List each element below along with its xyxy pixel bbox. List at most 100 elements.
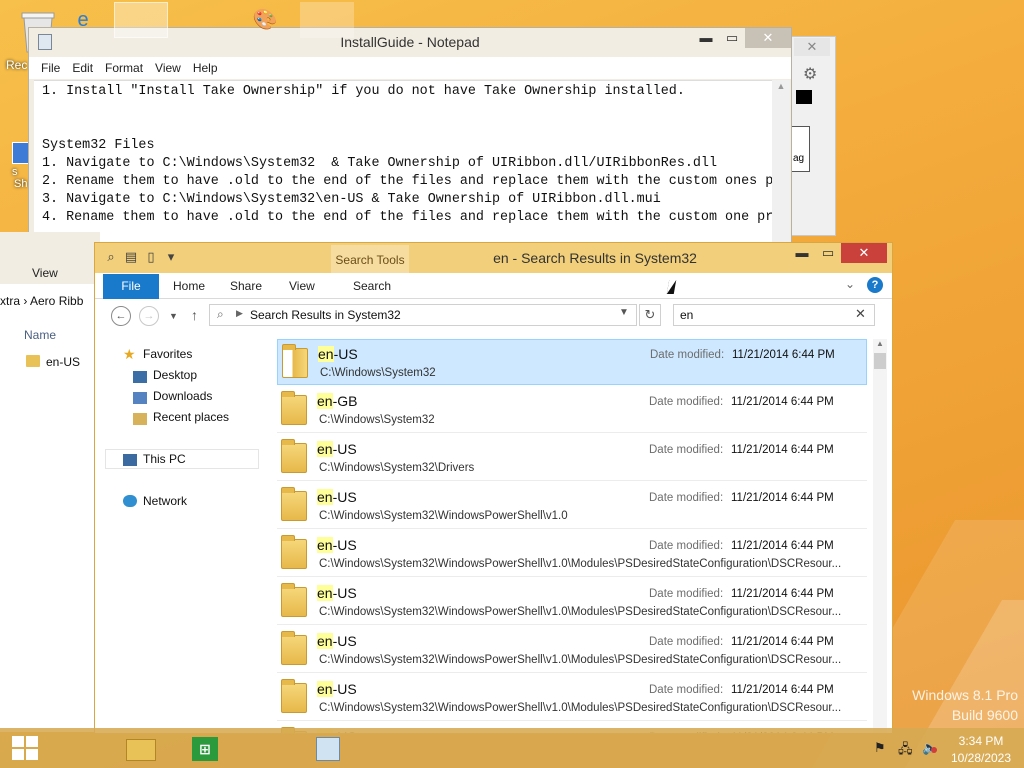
store-icon[interactable]: ⊞ [192,737,218,761]
properties-icon[interactable]: ▤ [123,249,139,265]
nav-desktop[interactable]: Desktop [153,368,197,382]
menu-format[interactable]: Format [99,57,149,75]
clock-date[interactable]: 10/28/2023 [946,751,1016,765]
nav-this-pc[interactable]: This PC [143,452,186,466]
chevron-right-icon[interactable]: ▶ [236,308,243,319]
result-name: en-US [317,585,357,601]
result-path: C:\Windows\System32\WindowsPowerShell\v1… [319,654,842,666]
result-name-rest: -GB [332,393,358,409]
tab-share[interactable]: Share [230,279,262,293]
tab-view[interactable]: View [289,279,315,293]
result-path: C:\Windows\System32\WindowsPowerShell\v1… [319,702,842,714]
minimize-button[interactable]: ▬ [693,28,719,48]
results-scrollbar[interactable] [873,339,887,733]
result-row[interactable]: en-US C:\Windows\System32\WindowsPowerShe… [277,483,867,529]
result-date: 11/21/2014 6:44 PM [731,684,834,696]
notepad-window[interactable]: InstallGuide - Notepad ▬ ▭ ✕ File Edit For… [28,27,792,248]
result-row[interactable]: en-US C:\Windows\System32\WindowsPowerShe… [277,531,867,577]
address-bar[interactable]: Search Results in System32 [209,304,637,326]
taskbar-notepad-button[interactable] [300,2,354,38]
close-button[interactable]: ✕ [745,28,791,48]
result-date: 11/21/2014 6:44 PM [731,444,834,456]
search-icon[interactable]: ⌕ [103,249,119,265]
tab-file[interactable]: File [103,274,159,299]
computer-icon [123,454,137,466]
action-center-flag-icon[interactable]: ⚑ [874,740,886,756]
tab-search[interactable]: Search [353,279,391,293]
folder-name[interactable]: en-US [46,355,80,369]
paint-icon[interactable]: 🎨 [238,2,292,38]
notepad-scrollbar[interactable] [772,80,790,248]
folder-icon [281,391,307,425]
forward-arrow-icon[interactable]: → [139,306,159,326]
network-tray-icon[interactable]: 🖧 [898,740,913,762]
background-explorer-address[interactable]: xtra › Aero Ribb [0,290,100,312]
result-row[interactable]: en-US C:\Windows\System32\WindowsPowerShe… [277,627,867,673]
text-line: 1. Install "Install Take Ownership" if y… [42,84,685,99]
scrollbar-thumb[interactable] [874,353,886,369]
explorer-titlebar[interactable]: ⌕ ▤ ▯ ▾ Search Tools en - Search Results in… [95,243,892,273]
result-row[interactable]: en-US C:\Windows\System32\WindowsPowerShe… [277,579,867,625]
result-row[interactable]: en-US C:\Windows\System32 Date modified: 11… [277,339,867,385]
taskbar-file-explorer-button[interactable] [114,2,168,38]
result-row[interactable]: en-US C:\Windows\System32\Drivers Date mod… [277,435,867,481]
menu-file[interactable]: File [35,57,66,75]
nav-recent-places[interactable]: Recent places [153,410,229,424]
folder-icon [282,344,308,378]
scroll-up-icon[interactable]: ▲ [772,81,790,97]
help-icon[interactable]: ? [867,277,883,293]
menu-edit[interactable]: Edit [66,57,99,75]
background-window-button[interactable]: ag [790,126,810,172]
new-folder-icon[interactable]: ▯ [143,249,159,265]
result-path: C:\Windows\System32\Drivers [319,462,475,474]
folder-icon [281,487,307,521]
background-explorer-titlebar[interactable] [0,232,100,262]
gear-icon[interactable]: ⚙ [803,64,817,84]
quick-access-toolbar: ⌕ ▤ ▯ ▾ [103,249,183,265]
windows-watermark: Windows 8.1 Pro Build 9600 [912,685,1018,725]
start-button[interactable] [0,2,50,38]
search-results-list: en-US C:\Windows\System32 Date modified: 11… [273,339,873,733]
clock-time[interactable]: 3:34 PM [946,734,1016,748]
windows-logo-icon[interactable] [12,736,38,760]
search-tools-context-label: Search Tools [331,245,409,273]
minimize-button[interactable]: ▬ [789,243,815,263]
column-header-name[interactable]: Name [24,328,56,342]
explorer-window[interactable]: ⌕ ▤ ▯ ▾ Search Tools en - Search Results in… [94,242,893,734]
result-row[interactable]: en-US C:\Windows\System32\WindowsPowerShe… [277,675,867,721]
search-match-highlight: en [317,537,333,553]
folder-icon [281,679,307,713]
internet-explorer-icon[interactable]: e [56,2,110,38]
nav-downloads[interactable]: Downloads [153,389,212,403]
maximize-button[interactable]: ▭ [815,243,841,263]
ribbon-tabs: File Home Share View Search ⌄ ? [95,273,892,299]
notepad-text-area[interactable]: 1. Install "Install Take Ownership" if y… [34,80,772,248]
close-icon[interactable]: ✕ [794,38,830,56]
close-button[interactable]: ✕ [841,243,887,263]
chevron-down-icon[interactable]: ▾ [163,249,179,265]
up-arrow-icon[interactable]: ↑ [191,307,198,323]
nav-network[interactable]: Network [143,494,187,508]
file-explorer-icon[interactable] [126,739,156,761]
tab-home[interactable]: Home [173,279,205,293]
clear-search-icon[interactable]: ✕ [855,306,866,322]
result-date: 11/21/2014 6:44 PM [731,492,834,504]
recent-locations-chevron-icon[interactable]: ▼ [169,311,178,321]
text-line: 4. Rename them to have .old to the end o… [42,210,772,225]
notepad-icon[interactable] [316,737,340,761]
menu-view[interactable]: View [149,57,187,75]
taskbar-store-button[interactable] [176,2,230,38]
back-arrow-icon[interactable]: ← [111,306,131,326]
background-explorer-window[interactable]: View xtra › Aero Ribb Name en-US [0,232,100,732]
refresh-icon[interactable]: ↻ [639,304,661,326]
maximize-button[interactable]: ▭ [719,28,745,48]
tab-view[interactable]: View [32,266,58,280]
scroll-up-icon[interactable]: ▲ [873,339,887,353]
nav-favorites[interactable]: Favorites [143,347,192,361]
date-modified-label: Date modified: [649,396,724,408]
chevron-down-icon[interactable]: ▼ [619,307,629,318]
search-input[interactable]: en [673,304,875,326]
expand-ribbon-chevron-icon[interactable]: ⌄ [845,277,855,291]
result-row[interactable]: en-GB C:\Windows\System32 Date modified: 11… [277,387,867,433]
menu-help[interactable]: Help [187,57,224,75]
